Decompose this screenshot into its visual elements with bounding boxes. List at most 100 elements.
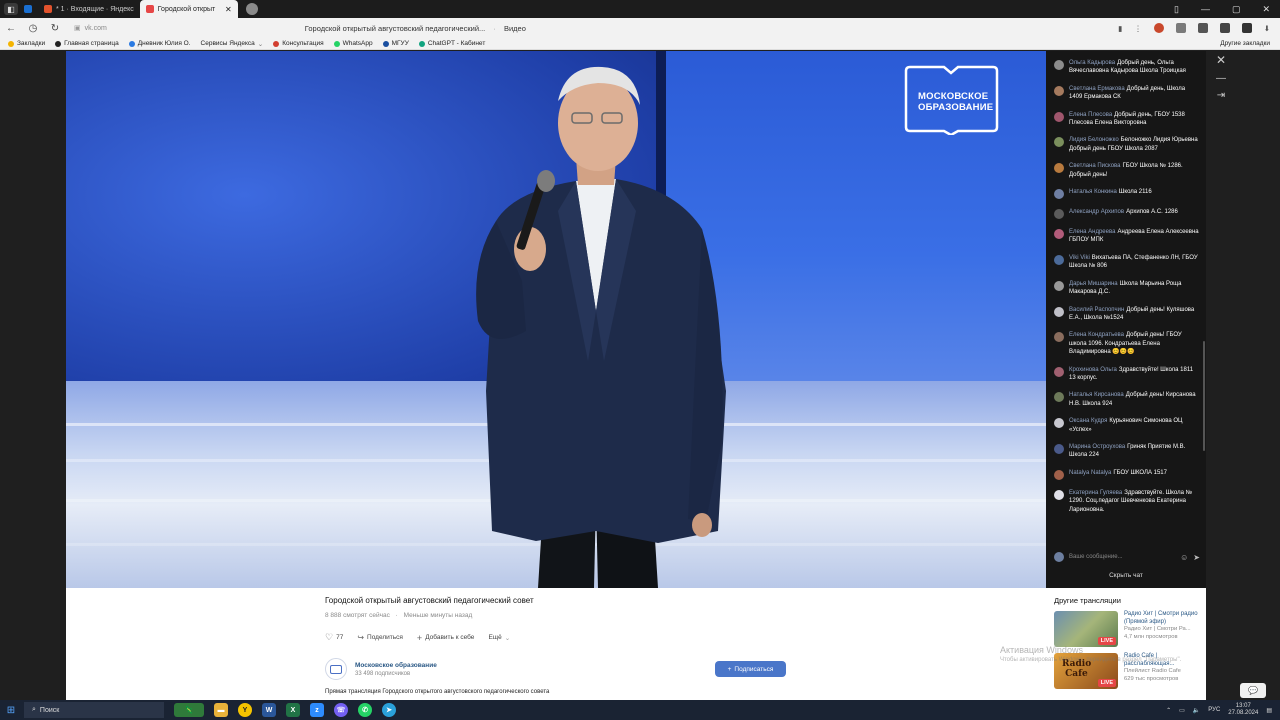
tab-mail[interactable]: * 1 · Входящие · Яндекс bbox=[38, 0, 140, 18]
tab-menu-icon[interactable]: ◧ bbox=[4, 3, 18, 15]
bookmark-item[interactable]: Закладки bbox=[8, 40, 45, 47]
language-indicator[interactable]: РУС bbox=[1208, 707, 1220, 713]
avatar[interactable] bbox=[1054, 332, 1064, 343]
volume-icon[interactable]: 🔈 bbox=[1193, 707, 1200, 714]
stream-card[interactable]: LIVE Радио Хит | Смотри радио (Прямой эф… bbox=[1054, 611, 1204, 647]
avatar[interactable] bbox=[1054, 209, 1064, 220]
avatar[interactable] bbox=[1054, 469, 1064, 480]
stream-title[interactable]: Радио Хит | Смотри радио (Прямой эфир) bbox=[1124, 611, 1204, 626]
word-icon[interactable]: W bbox=[262, 703, 276, 717]
more-button[interactable]: Ещё ⌄ bbox=[488, 634, 510, 642]
notifications-icon[interactable]: ▤ bbox=[1266, 707, 1272, 714]
profile-avatar[interactable] bbox=[1153, 23, 1164, 33]
chat-input[interactable]: Ваше сообщение... ☺ ➤ bbox=[1054, 551, 1200, 563]
other-bookmarks[interactable]: Другие закладки bbox=[1220, 40, 1280, 47]
chat-author-name[interactable]: Natalya Natalya bbox=[1069, 470, 1111, 476]
messages-bubble-icon[interactable]: 💬 bbox=[1240, 683, 1266, 698]
zoom-icon[interactable]: z bbox=[310, 703, 324, 717]
telegram-icon[interactable]: ➤ bbox=[382, 703, 396, 717]
bookmark-item[interactable]: Дневник Юлия О. bbox=[128, 40, 191, 47]
close-icon[interactable]: ✕ bbox=[1216, 53, 1226, 67]
lizard-widget-icon[interactable]: 🦎 bbox=[174, 703, 204, 717]
chat-author-name[interactable]: Ольга Кадырова bbox=[1069, 60, 1115, 66]
minimize-player-icon[interactable]: — bbox=[1216, 73, 1226, 84]
bookmark-item[interactable]: Главная страница bbox=[55, 40, 119, 47]
chat-author-name[interactable]: Лидия Белоножко bbox=[1069, 137, 1119, 143]
bookmark-item[interactable]: ChatGPT - Кабинет bbox=[418, 40, 485, 47]
channel-info[interactable]: Московское образование 33 498 подписчико… bbox=[325, 658, 437, 680]
share-button[interactable]: ↪ Поделиться bbox=[357, 633, 403, 642]
chat-scrollbar[interactable] bbox=[1203, 341, 1205, 451]
tab-outlook[interactable] bbox=[18, 0, 38, 18]
add-to-my-videos-button[interactable]: + Добавить к себе bbox=[417, 633, 475, 643]
hide-chat-button[interactable]: Скрыть чат bbox=[1046, 572, 1206, 579]
chat-author-name[interactable]: Крохинова Ольга bbox=[1069, 367, 1117, 373]
maximize-icon[interactable]: ▢ bbox=[1232, 4, 1241, 15]
channel-name[interactable]: Московское образование bbox=[355, 662, 437, 669]
bookmarks-list-icon[interactable] bbox=[1241, 23, 1252, 33]
viber-icon[interactable]: ☏ bbox=[334, 703, 348, 717]
yandex-browser-icon[interactable]: Y bbox=[238, 703, 252, 717]
collapse-chat-icon[interactable]: ⇥ bbox=[1217, 90, 1225, 101]
send-icon[interactable]: ➤ bbox=[1193, 553, 1200, 562]
excel-icon[interactable]: X bbox=[286, 703, 300, 717]
network-icon[interactable]: ▭ bbox=[1179, 707, 1185, 714]
menu-icon[interactable]: ⋮ bbox=[1134, 24, 1142, 33]
windows-start-icon[interactable]: ⊞ bbox=[0, 705, 22, 716]
chevron-up-icon[interactable]: ⌃ bbox=[1166, 707, 1171, 714]
like-button[interactable]: ♡ 77 bbox=[325, 632, 343, 643]
minimize-icon[interactable]: ▯ bbox=[1174, 4, 1179, 15]
bookmark-item[interactable]: Консультация bbox=[273, 40, 324, 47]
whatsapp-icon[interactable]: ✆ bbox=[358, 703, 372, 717]
close-tab-icon[interactable]: ✕ bbox=[225, 5, 232, 14]
avatar[interactable] bbox=[1054, 85, 1064, 96]
chat-author-name[interactable]: Светлана Пискова bbox=[1069, 163, 1121, 169]
chat-author-name[interactable]: Василий Распопчин bbox=[1069, 307, 1124, 313]
chat-author-name[interactable]: Наталья Конкина bbox=[1069, 189, 1117, 195]
avatar[interactable] bbox=[1054, 443, 1064, 454]
chat-author-name[interactable]: Марина Остроухова bbox=[1069, 444, 1125, 450]
avatar[interactable] bbox=[1054, 60, 1064, 70]
stream-thumbnail[interactable]: LIVE bbox=[1054, 611, 1118, 647]
clock[interactable]: 13:07 27.08.2024 bbox=[1228, 703, 1258, 717]
avatar[interactable] bbox=[1054, 137, 1064, 148]
avatar[interactable] bbox=[1054, 254, 1064, 265]
back-icon[interactable]: ← bbox=[0, 23, 22, 34]
extension-icon[interactable] bbox=[1175, 23, 1186, 33]
bookmark-item[interactable]: Сервисы Яндекса ⌄ bbox=[201, 40, 264, 48]
chat-message-list[interactable]: Ольга Кадырова Добрый день, Ольга Вячесла… bbox=[1046, 59, 1206, 523]
download-icon[interactable]: ⬇ bbox=[1264, 24, 1270, 33]
new-tab-button[interactable] bbox=[245, 3, 258, 15]
close-window-icon[interactable]: ✕ bbox=[1262, 4, 1270, 15]
chat-author-name[interactable]: Елена Кондратьева bbox=[1069, 332, 1124, 338]
avatar[interactable] bbox=[1054, 392, 1064, 403]
chat-author-name[interactable]: Светлана Ермакова bbox=[1069, 86, 1125, 92]
chat-author-name[interactable]: Дарья Мишарина bbox=[1069, 281, 1118, 287]
avatar[interactable] bbox=[1054, 280, 1064, 291]
emoji-icon[interactable]: ☺ bbox=[1180, 553, 1188, 562]
avatar[interactable] bbox=[1054, 306, 1064, 317]
taskbar-search[interactable]: ⌕ Поиск bbox=[24, 702, 164, 718]
history-icon[interactable]: ◷ bbox=[22, 23, 44, 34]
avatar[interactable] bbox=[1054, 418, 1064, 429]
minimize-window-icon[interactable]: — bbox=[1201, 4, 1210, 15]
avatar[interactable] bbox=[1054, 111, 1064, 122]
avatar[interactable] bbox=[1054, 366, 1064, 377]
file-explorer-icon[interactable]: ▬ bbox=[214, 703, 228, 717]
avatar[interactable] bbox=[1054, 189, 1064, 200]
avatar[interactable] bbox=[1054, 489, 1064, 500]
bookmark-item[interactable]: МГУУ bbox=[382, 40, 409, 47]
chat-author-name[interactable]: Оксана Кудря bbox=[1069, 418, 1107, 424]
avatar[interactable] bbox=[1054, 163, 1064, 174]
screenshot-icon[interactable] bbox=[1219, 23, 1230, 33]
bookmark-item[interactable]: WhatsApp bbox=[333, 40, 373, 47]
url-field[interactable]: ▣ vk.com bbox=[66, 21, 115, 35]
extension-icon[interactable] bbox=[1197, 23, 1208, 33]
avatar[interactable] bbox=[1054, 229, 1064, 240]
tab-vk-active[interactable]: Городской открыт ✕ bbox=[139, 0, 238, 18]
chat-author-name[interactable]: Елена Андреева bbox=[1069, 229, 1115, 235]
chat-author-name[interactable]: Елена Плесова bbox=[1069, 112, 1112, 118]
channel-avatar[interactable] bbox=[325, 658, 347, 680]
chat-author-name[interactable]: Александр Архипов bbox=[1069, 209, 1124, 215]
chat-author-name[interactable]: Viki Viki bbox=[1069, 255, 1090, 261]
